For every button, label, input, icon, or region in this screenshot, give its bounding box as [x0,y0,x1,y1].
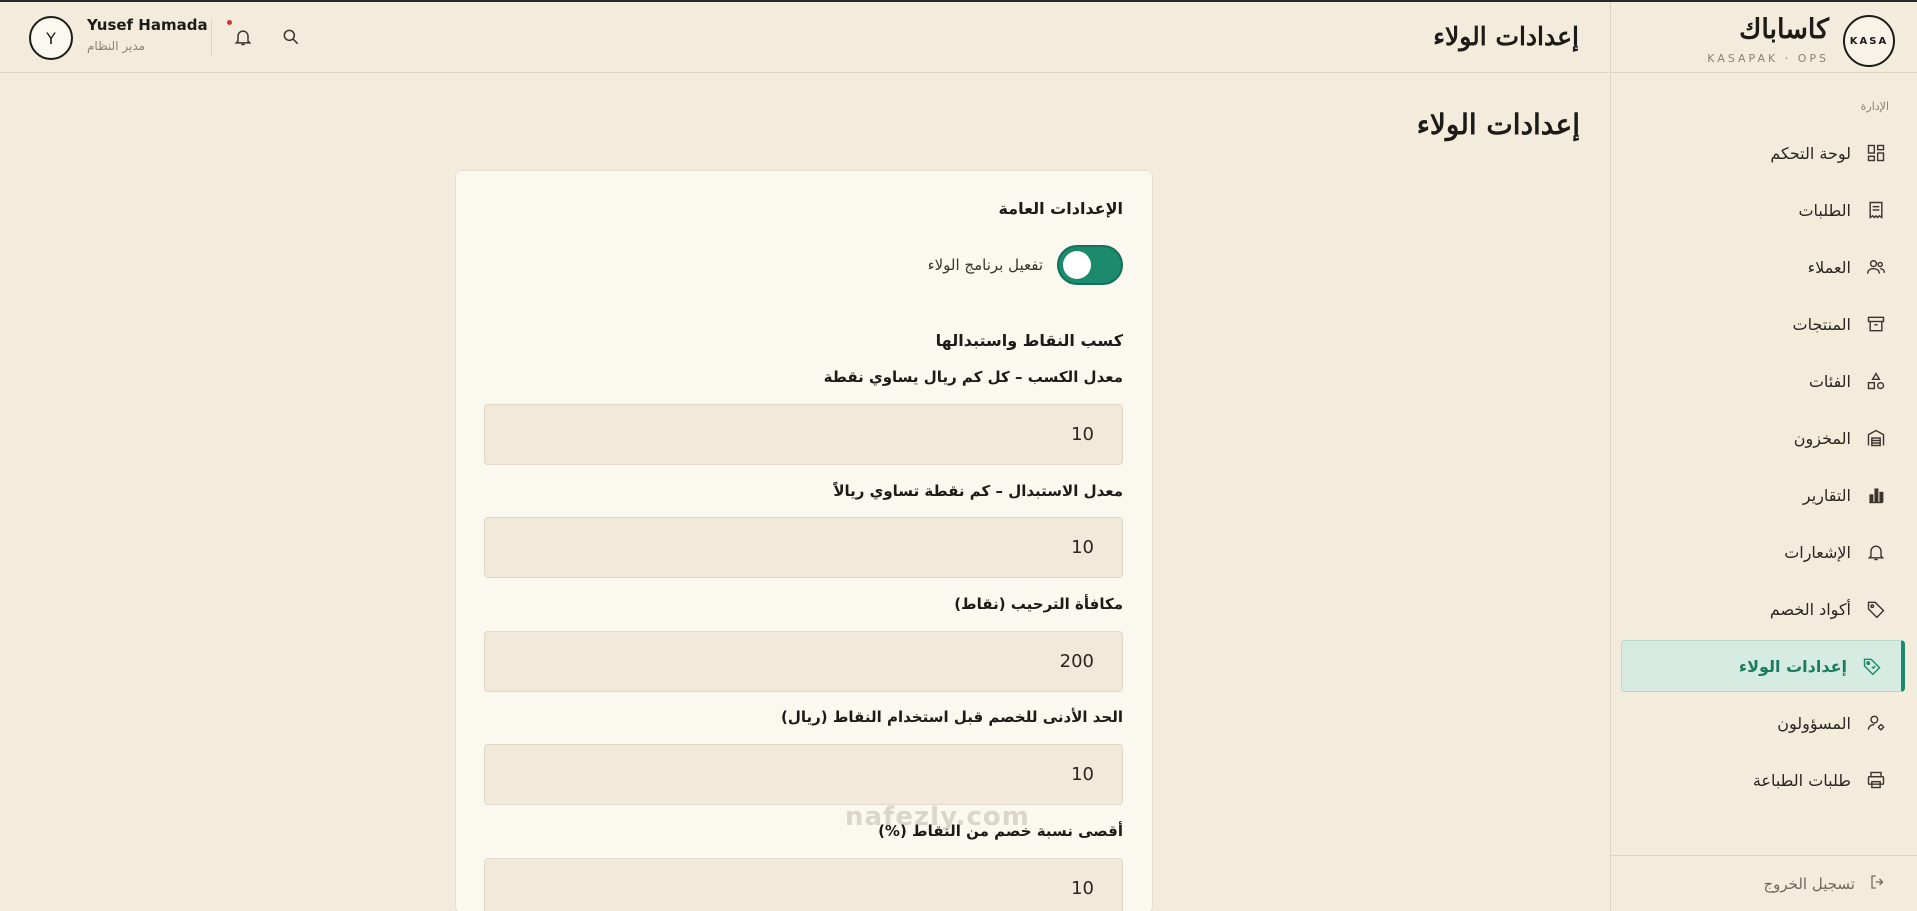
bar-chart-icon [1865,484,1887,506]
toggle-knob [1063,251,1091,279]
logout-button[interactable]: تسجيل الخروج [1611,855,1917,911]
dashboard-icon [1865,142,1887,164]
sidebar-item-orders[interactable]: الطلبات [1621,184,1905,236]
user-cog-icon [1865,712,1887,734]
sidebar-item-customers[interactable]: العملاء [1621,241,1905,293]
top-bar: إعدادات الولاء Y Yusef Hamada مدير النظا… [0,2,1609,73]
users-icon [1865,256,1887,278]
avatar[interactable]: Y [29,16,73,60]
loyalty-settings-card: الإعدادات العامة تفعيل برنامج الولاء كسب… [455,170,1153,911]
sidebar-item-label: المسؤولون [1777,713,1851,733]
sidebar-item-label: المنتجات [1792,314,1852,334]
sidebar-item-products[interactable]: المنتجات [1621,298,1905,350]
general-settings-title: الإعدادات العامة [998,199,1123,218]
bell-icon [1865,541,1887,563]
earn-rate-input[interactable] [484,404,1123,465]
logout-label: تسجيل الخروج [1763,874,1855,893]
sidebar-item-label: المخزون [1793,428,1851,448]
loyalty-tag-icon [1861,655,1883,677]
sidebar-item-label: التقارير [1802,485,1851,505]
warehouse-icon [1865,427,1887,449]
sidebar-item-discount-codes[interactable]: أكواد الخصم [1621,583,1905,635]
sidebar-item-label: لوحة التحكم [1770,143,1851,163]
sidebar-item-reports[interactable]: التقارير [1621,469,1905,521]
loyalty-toggle-row: تفعيل برنامج الولاء [928,245,1123,285]
notifications-bell-icon[interactable] [233,27,253,47]
notification-dot [227,20,232,25]
user-role: مدير النظام [87,39,146,53]
sidebar-item-print-orders[interactable]: طلبات الطباعة [1621,754,1905,806]
nav-section-label: الإدارة [1860,100,1889,113]
loyalty-program-toggle[interactable] [1057,245,1123,285]
tag-icon [1865,598,1887,620]
redeem-rate-input[interactable] [484,517,1123,578]
max-discount-input[interactable] [484,858,1123,911]
topbar-title: إعدادات الولاء [1433,22,1579,51]
sidebar-nav: لوحة التحكم الطلبات العملاء المنتجات الف… [1621,127,1905,811]
shapes-icon [1865,370,1887,392]
brand-name: كاساباك [1739,14,1829,45]
page-title: إعدادات الولاء [1416,108,1580,141]
brand-header: KASA كاساباك KASAPAK · OPS [1611,2,1917,73]
sidebar-item-label: الطلبات [1798,200,1851,220]
receipt-icon [1865,199,1887,221]
logout-icon [1869,873,1887,895]
sidebar-item-label: العملاء [1807,257,1851,277]
earn-rate-label: معدل الكسب – كل كم ريال يساوي نقطة [823,368,1123,386]
min-discount-input[interactable] [484,744,1123,805]
archive-icon [1865,313,1887,335]
min-discount-label: الحد الأدنى للخصم قبل استخدام النقاط (ري… [781,708,1123,726]
sidebar-item-label: الفئات [1808,371,1851,391]
topbar-divider [211,20,212,56]
earn-redeem-title: كسب النقاط واستبدالها [935,331,1123,350]
redeem-rate-label: معدل الاستبدال – كم نقطة تساوي ريالاً [833,482,1123,500]
toggle-label: تفعيل برنامج الولاء [927,256,1043,274]
welcome-bonus-input[interactable] [484,631,1123,692]
brand-logo[interactable]: KASA [1843,15,1895,67]
brand-subtitle: KASAPAK · OPS [1707,52,1829,65]
sidebar-item-label: إعدادات الولاء [1738,656,1847,676]
watermark: nafezly.com [845,802,1030,832]
search-icon[interactable] [281,27,301,47]
printer-icon [1865,769,1887,791]
sidebar-item-inventory[interactable]: المخزون [1621,412,1905,464]
sidebar-item-notifications[interactable]: الإشعارات [1621,526,1905,578]
sidebar: KASA كاساباك KASAPAK · OPS الإدارة لوحة … [1610,2,1917,911]
sidebar-item-categories[interactable]: الفئات [1621,355,1905,407]
welcome-bonus-label: مكافأة الترحيب (نقاط) [954,595,1123,613]
sidebar-item-loyalty-settings[interactable]: إعدادات الولاء [1621,640,1905,692]
sidebar-item-label: الإشعارات [1784,542,1851,562]
sidebar-item-admins[interactable]: المسؤولون [1621,697,1905,749]
sidebar-item-label: طلبات الطباعة [1752,770,1851,790]
user-name: Yusef Hamada [87,16,208,34]
sidebar-item-dashboard[interactable]: لوحة التحكم [1621,127,1905,179]
sidebar-item-label: أكواد الخصم [1769,599,1851,619]
